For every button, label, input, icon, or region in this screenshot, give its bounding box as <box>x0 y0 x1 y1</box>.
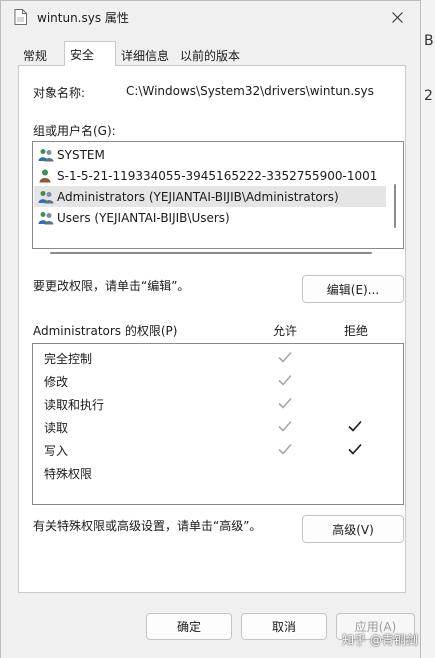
watermark: 知乎 @青铜剑 <box>342 633 418 647</box>
cancel-button[interactable]: 取消 <box>241 613 327 640</box>
checkmark-inherited-icon <box>278 374 292 386</box>
permission-name: 写入 <box>44 444 69 458</box>
user-group-icon <box>38 148 54 161</box>
background-text-mid: 2 <box>424 88 433 104</box>
security-panel: 对象名称: C:\Windows\System32\drivers\wintun… <box>18 65 406 593</box>
tab-general[interactable]: 常规 <box>18 43 52 65</box>
user-item-users[interactable]: Users (YEJIANTAI-BIJIB\Users) <box>34 207 386 228</box>
edit-hint: 要更改权限，请单击“编辑”。 <box>33 279 190 293</box>
user-icon <box>39 169 51 182</box>
object-name-value: C:\Windows\System32\drivers\wintun.sys <box>126 84 374 98</box>
user-item-system[interactable]: SYSTEM <box>34 144 386 165</box>
user-list[interactable]: SYSTEM S-1-5-21-119334055-3945165222-335… <box>32 141 404 254</box>
permission-row-modify: 修改 <box>33 369 403 392</box>
user-item-sid[interactable]: S-1-5-21-119334055-3945165222-3352755900… <box>34 165 386 186</box>
permission-name: 读取和执行 <box>44 398 105 412</box>
deny-header: 拒绝 <box>344 324 369 338</box>
close-button[interactable] <box>374 1 420 33</box>
permission-name: 读取 <box>44 421 69 435</box>
ok-button[interactable]: 确定 <box>146 613 232 640</box>
user-group-icon <box>38 190 54 203</box>
allow-header: 允许 <box>273 324 298 338</box>
permission-list: 完全控制 修改 读取和执行 读取 写入 特殊权限 <box>32 343 404 505</box>
permission-row-read-execute: 读取和执行 <box>33 392 403 415</box>
permission-row-special: 特殊权限 <box>33 461 403 484</box>
object-name-label: 对象名称: <box>33 86 86 100</box>
background-text-top: B <box>424 33 434 49</box>
user-item-label: S-1-5-21-119334055-3945165222-3352755900… <box>57 168 378 183</box>
checkmark-icon <box>348 443 362 455</box>
title-bar: wintun.sys 属性 <box>1 1 420 33</box>
properties-dialog: wintun.sys 属性 常规 安全 详细信息 以前的版本 对象名称: C:\… <box>0 0 421 658</box>
tab-details[interactable]: 详细信息 <box>116 43 174 65</box>
user-item-label: Administrators (YEJIANTAI-BIJIB\Administ… <box>57 189 339 204</box>
advanced-hint: 有关特殊权限或高级设置，请单击“高级”。 <box>33 519 262 533</box>
permissions-label: Administrators 的权限(P) <box>33 324 178 338</box>
edit-button[interactable]: 编辑(E)... <box>302 275 404 303</box>
permission-row-full-control: 完全控制 <box>33 346 403 369</box>
checkmark-inherited-icon <box>278 351 292 363</box>
permission-row-write: 写入 <box>33 438 403 461</box>
user-item-administrators[interactable]: Administrators (YEJIANTAI-BIJIB\Administ… <box>34 186 386 207</box>
checkmark-inherited-icon <box>278 420 292 432</box>
vertical-scrollbar[interactable] <box>394 184 396 228</box>
horizontal-scrollbar[interactable] <box>50 252 372 254</box>
groups-label: 组或用户名(G): <box>33 124 116 138</box>
user-item-label: SYSTEM <box>57 147 105 162</box>
tab-security[interactable]: 安全 <box>64 41 116 66</box>
permission-name: 修改 <box>44 375 69 389</box>
tab-previous-versions[interactable]: 以前的版本 <box>175 43 245 65</box>
user-item-label: Users (YEJIANTAI-BIJIB\Users) <box>57 210 230 225</box>
document-icon <box>14 9 27 25</box>
permission-row-read: 读取 <box>33 415 403 438</box>
checkmark-inherited-icon <box>278 443 292 455</box>
permission-name: 完全控制 <box>44 352 93 366</box>
window-title: wintun.sys 属性 <box>37 11 129 25</box>
checkmark-inherited-icon <box>278 397 292 409</box>
advanced-button[interactable]: 高级(V) <box>302 515 404 543</box>
user-group-icon <box>38 211 54 224</box>
checkmark-icon <box>348 420 362 432</box>
close-icon <box>391 11 403 23</box>
permission-name: 特殊权限 <box>44 467 93 481</box>
